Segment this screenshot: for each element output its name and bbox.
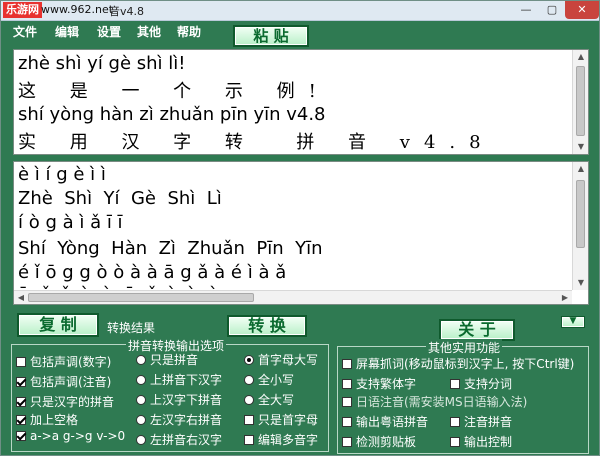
menu-file[interactable]: 文件: [13, 23, 37, 40]
option-output-control[interactable]: 输出控制: [450, 433, 512, 450]
output-line: é ǐ ō g g ò ò à à ā g ǎ à é ì à ǎ: [18, 262, 287, 283]
output-hscrollbar[interactable]: ◀ ▶: [14, 290, 572, 304]
radio[interactable]: [244, 394, 254, 405]
checkbox[interactable]: [342, 416, 352, 427]
scroll-right-icon[interactable]: ▶: [558, 291, 572, 305]
option-zhuyin[interactable]: 注音拼音: [450, 413, 512, 430]
radio[interactable]: [244, 374, 254, 385]
close-icon[interactable]: ✕: [565, 1, 599, 19]
option-add-space[interactable]: 加上空格: [16, 411, 78, 428]
menu-help[interactable]: 帮助: [177, 23, 201, 40]
watermark-site: www.962.net: [41, 3, 114, 16]
radio-pinyin-above[interactable]: 上拼音下汉字: [136, 371, 222, 388]
output-line: Zhè Shì Yí Gè Shì Lì: [18, 188, 222, 209]
option-tone-mark[interactable]: 包括声调(注音): [16, 373, 111, 390]
radio-uppercase[interactable]: 全大写: [244, 391, 294, 408]
radio[interactable]: [136, 414, 146, 425]
options-group: 拼音转换输出选项 包括声调(数字) 包括声调(注音) 只是汉字的拼音 加上空格 …: [11, 337, 329, 452]
input-line: shí yòng hàn zì zhuǎn pīn yīn v4.8: [18, 104, 326, 125]
radio-hanzi-above[interactable]: 上汉字下拼音: [136, 391, 222, 408]
radio-lowercase[interactable]: 全小写: [244, 371, 294, 388]
output-line: Shí Yòng Hàn Zì Zhuǎn Pīn Yīn: [18, 238, 323, 259]
checkbox[interactable]: [450, 416, 460, 427]
menu-settings[interactable]: 设置: [97, 23, 121, 40]
option-traditional[interactable]: 支持繁体字: [342, 375, 416, 392]
option-japanese[interactable]: 日语注音(需安装MS日语输入法): [342, 393, 527, 410]
title-bar: 乐游网 www.962.net 音v4.8 — ▢ ✕: [1, 1, 599, 21]
option-cantonese[interactable]: 输出粤语拼音: [342, 413, 428, 430]
checkbox[interactable]: [450, 378, 460, 389]
menu-edit[interactable]: 编辑: [55, 23, 79, 40]
option-screen-capture[interactable]: 屏幕抓词(移动鼠标到汉字上, 按下Ctrl键): [342, 355, 574, 372]
about-button[interactable]: 关 于: [439, 319, 515, 341]
scroll-down-icon[interactable]: ▼: [573, 276, 589, 290]
checkbox[interactable]: [342, 436, 352, 447]
checkbox[interactable]: [16, 376, 26, 387]
checkbox[interactable]: [244, 434, 254, 445]
copy-button[interactable]: 复 制: [17, 313, 99, 337]
radio[interactable]: [244, 354, 254, 365]
menu-other[interactable]: 其他: [137, 23, 161, 40]
checkbox[interactable]: [16, 356, 26, 367]
radio[interactable]: [136, 354, 146, 365]
option-segmentation[interactable]: 支持分词: [450, 375, 512, 392]
output-vscrollbar[interactable]: ▲ ▼: [572, 162, 588, 290]
convert-button[interactable]: 转 换: [227, 315, 307, 337]
scroll-left-icon[interactable]: ◀: [14, 291, 28, 305]
result-label: 转换结果: [107, 321, 156, 335]
paste-button[interactable]: 粘 贴: [233, 25, 309, 47]
tools-group-title: 其他实用功能: [426, 339, 503, 356]
radio[interactable]: [136, 374, 146, 385]
checkbox[interactable]: [16, 396, 26, 407]
checkbox[interactable]: [342, 396, 352, 407]
watermark-logo: 乐游网: [3, 2, 42, 18]
input-line: zhè shì yí gè shì lì!: [18, 53, 186, 74]
maximize-icon[interactable]: ▢: [539, 1, 565, 19]
scroll-up-icon[interactable]: ▲: [573, 162, 589, 176]
radio-pinyin-left[interactable]: 左拼音右汉字: [136, 431, 222, 448]
app-window: 乐游网 www.962.net 音v4.8 — ▢ ✕ 文件 编辑 设置 其他 …: [0, 0, 600, 456]
option-hanzi-only[interactable]: 只是汉字的拼音: [16, 393, 114, 410]
minimize-icon[interactable]: —: [513, 1, 539, 19]
checkbox[interactable]: [16, 431, 26, 441]
scroll-thumb[interactable]: [28, 293, 254, 302]
scroll-thumb[interactable]: [576, 180, 585, 248]
checkbox[interactable]: [16, 414, 26, 425]
scroll-thumb[interactable]: [576, 66, 585, 136]
radio[interactable]: [136, 394, 146, 405]
input-textarea[interactable]: zhè shì yí gè shì lì! 这 是 一 个 示 例! shí y…: [13, 49, 589, 155]
radio-hanzi-left[interactable]: 左汉字右拼音: [136, 411, 222, 428]
checkbox[interactable]: [342, 358, 352, 369]
scroll-down-icon[interactable]: ▼: [573, 140, 589, 154]
option-replace[interactable]: a->a g->g v->0: [16, 429, 125, 443]
option-tone-number[interactable]: 包括声调(数字): [16, 353, 111, 370]
output-textarea[interactable]: è ì í g è ì ì Zhè Shì Yí Gè Shì Lì í ò g…: [13, 161, 589, 305]
input-line: 这 是 一 个 示 例!: [18, 81, 330, 102]
option-initials[interactable]: 只是首字母: [244, 411, 318, 428]
collapse-button[interactable]: ▼: [561, 316, 585, 328]
option-polyphone[interactable]: 编辑多音字: [244, 431, 318, 448]
radio-capitalize[interactable]: 首字母大写: [244, 351, 318, 368]
tools-group: 其他实用功能 屏幕抓词(移动鼠标到汉字上, 按下Ctrl键) 支持繁体字 支持分…: [337, 339, 589, 454]
checkbox[interactable]: [450, 436, 460, 447]
output-line: è ì í g è ì ì: [18, 164, 106, 185]
window-title: 音v4.8: [109, 5, 145, 18]
radio[interactable]: [136, 434, 146, 445]
input-scrollbar[interactable]: ▲ ▼: [572, 50, 588, 154]
scroll-up-icon[interactable]: ▲: [573, 50, 589, 64]
output-line: í ò g à ì ǎ ī ī: [18, 212, 123, 233]
checkbox[interactable]: [342, 378, 352, 389]
option-clipboard[interactable]: 检测剪贴板: [342, 433, 416, 450]
checkbox[interactable]: [244, 414, 254, 425]
input-line: 实 用 汉 字 转 拼 音 v4.8: [18, 132, 495, 153]
radio-pinyin-only[interactable]: 只是拼音: [136, 351, 198, 368]
